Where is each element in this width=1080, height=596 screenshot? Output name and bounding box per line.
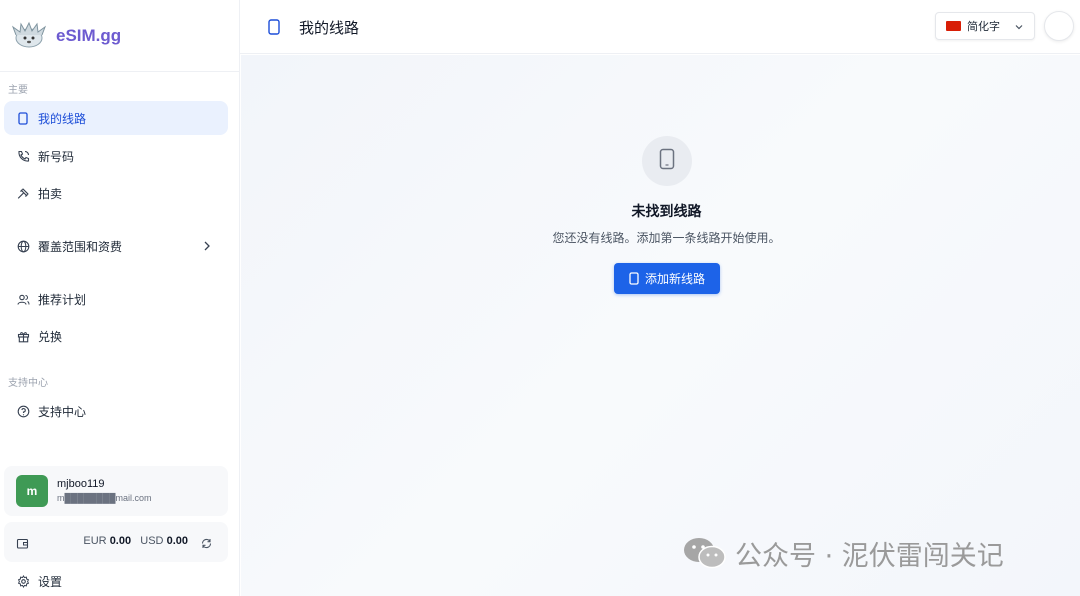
balance-card: EUR 0.00 USD 0.00	[4, 522, 228, 562]
sidebar-item-label: 支持中心	[38, 404, 87, 419]
eur-value: 0.00	[109, 535, 132, 547]
main-content: 未找到线路 您还没有线路。添加第一条线路开始使用。 添加新线路	[241, 55, 1080, 596]
sidebar-item-label: 兑换	[38, 329, 63, 344]
brand[interactable]: eSIM.gg	[0, 0, 240, 72]
top-header: 我的线路 简化字	[240, 0, 1080, 54]
users-icon	[16, 292, 30, 306]
empty-state-title: 未找到线路	[631, 204, 702, 220]
eur-label: EUR	[83, 535, 107, 547]
chevron-right-icon	[200, 239, 214, 253]
sidebar-item-settings[interactable]: 设置	[4, 564, 228, 596]
wallet-icon	[16, 535, 30, 549]
sidebar-item-support[interactable]: 支持中心	[4, 394, 228, 428]
brand-name: eSIM.gg	[56, 25, 122, 45]
section-label-support: 支持中心	[8, 378, 48, 389]
sidebar-item-label: 设置	[38, 574, 63, 589]
add-new-line-button[interactable]: 添加新线路	[614, 263, 720, 294]
watermark: 公众号 · 泥伏雷闯关记	[683, 533, 1004, 573]
empty-state-description: 您还没有线路。添加第一条线路开始使用。	[552, 231, 781, 245]
sidebar-item-redeem[interactable]: 兑换	[4, 319, 228, 353]
sidebar-item-label: 新号码	[38, 149, 75, 164]
usd-label: USD	[140, 535, 164, 547]
sidebar-item-label: 拍卖	[38, 186, 63, 201]
phone-icon	[629, 272, 639, 285]
sidebar-item-label: 我的线路	[38, 111, 87, 126]
phone-icon	[268, 19, 282, 35]
usd-value: 0.00	[166, 535, 188, 547]
watermark-text: 公众号 · 泥伏雷闯关记	[735, 540, 1004, 572]
sidebar-item-label: 推荐计划	[38, 292, 87, 307]
gift-icon	[16, 329, 30, 343]
help-circle-icon	[16, 404, 30, 418]
refresh-icon[interactable]	[200, 535, 214, 549]
phone-icon	[16, 111, 30, 125]
gavel-icon	[16, 186, 30, 200]
balance-text: EUR 0.00 USD 0.00	[83, 535, 188, 547]
user-name: mjboo119	[57, 478, 105, 490]
gear-icon	[16, 574, 30, 588]
chevron-down-icon	[1014, 22, 1024, 32]
wechat-icon	[683, 536, 727, 570]
china-flag-icon	[946, 21, 961, 31]
empty-state-icon	[642, 136, 692, 186]
user-card[interactable]: m mjboo119 m████████mail.com	[4, 466, 228, 516]
add-new-line-label: 添加新线路	[644, 272, 705, 286]
user-email: m████████mail.com	[57, 493, 152, 503]
globe-icon	[16, 239, 30, 253]
hedgehog-logo-icon	[10, 17, 48, 55]
sidebar-item-coverage[interactable]: 覆盖范围和资费	[4, 229, 228, 263]
avatar: m	[16, 475, 48, 507]
sidebar-item-my-lines[interactable]: 我的线路	[4, 101, 228, 135]
profile-button[interactable]	[1044, 11, 1074, 41]
sidebar-item-label: 覆盖范围和资费	[38, 239, 123, 254]
sidebar: eSIM.gg 主要 我的线路 新号码 拍卖 覆盖范围和资费 推荐计划 兑换 支…	[0, 0, 240, 596]
language-select[interactable]: 简化字	[935, 12, 1035, 40]
phone-call-icon	[16, 149, 30, 163]
phone-icon	[659, 148, 675, 174]
section-label-main: 主要	[8, 85, 28, 96]
sidebar-item-referral[interactable]: 推荐计划	[4, 282, 228, 316]
page-title: 我的线路	[299, 19, 360, 37]
sidebar-item-new-number[interactable]: 新号码	[4, 139, 228, 173]
sidebar-item-auction[interactable]: 拍卖	[4, 176, 228, 210]
language-label: 简化字	[967, 20, 1000, 33]
